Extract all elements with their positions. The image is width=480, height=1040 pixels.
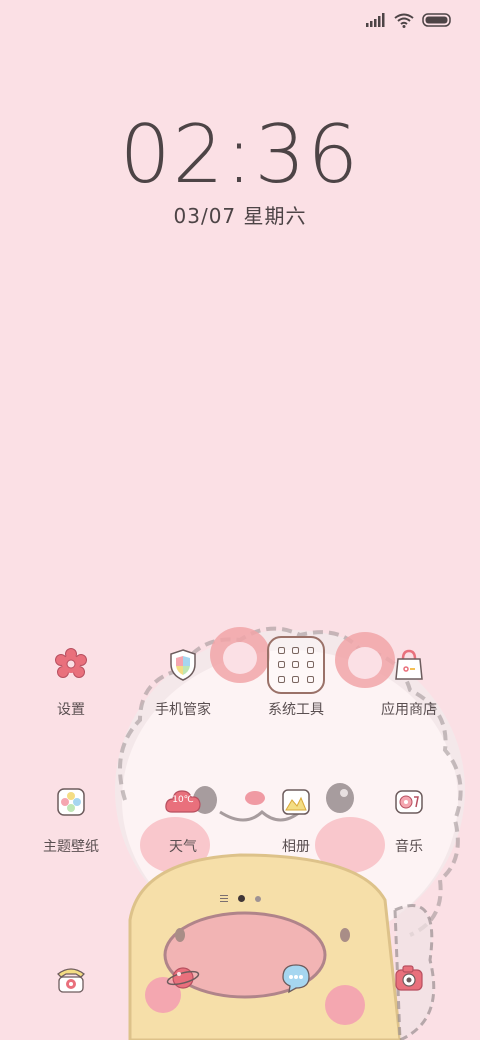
app-label: 设置 <box>57 702 85 718</box>
clock-time: 02:36 <box>119 108 361 201</box>
clock-date: 03/07 星期六 <box>173 204 307 228</box>
app-themes[interactable]: 主题壁纸 <box>15 782 127 856</box>
shield-icon <box>163 645 203 685</box>
app-list-icon[interactable] <box>219 895 228 902</box>
messages-icon <box>276 958 316 998</box>
dock-camera[interactable] <box>353 958 465 998</box>
gallery-icon <box>276 782 316 822</box>
app-settings[interactable]: 设置 <box>15 645 127 719</box>
signal-bars-icon <box>366 13 385 27</box>
app-label: 系统工具 <box>268 702 324 718</box>
theme-palette-icon <box>51 782 91 822</box>
dock-browser[interactable] <box>127 958 239 998</box>
app-store[interactable]: 应用商店 <box>353 645 465 719</box>
dock-messages[interactable] <box>240 958 352 998</box>
weather-temp: 10℃ <box>172 795 194 805</box>
app-label: 相册 <box>282 839 310 855</box>
app-label: 音乐 <box>395 839 423 855</box>
shopping-bag-icon <box>389 645 429 685</box>
battery-icon <box>422 13 451 27</box>
browser-planet-icon <box>163 958 203 998</box>
app-label: 应用商店 <box>381 702 437 718</box>
page-dot[interactable] <box>254 895 261 902</box>
page-indicator[interactable] <box>0 895 480 902</box>
app-system-tools[interactable]: 系统工具 <box>240 636 352 719</box>
app-label: 主题壁纸 <box>43 839 99 855</box>
dock-phone[interactable] <box>15 958 127 998</box>
app-weather[interactable]: 10℃ 天气 <box>127 782 239 856</box>
app-music[interactable]: 音乐 <box>353 782 465 856</box>
music-icon <box>389 782 429 822</box>
app-label: 手机管家 <box>155 702 211 718</box>
app-gallery[interactable]: 相册 <box>240 782 352 856</box>
weather-cloud-icon: 10℃ <box>163 782 203 822</box>
app-phone-manager[interactable]: 手机管家 <box>127 645 239 719</box>
app-label: 天气 <box>169 839 197 855</box>
camera-icon <box>389 958 429 998</box>
page-dot-active[interactable] <box>237 895 245 902</box>
settings-flower-icon <box>51 645 91 685</box>
phone-icon <box>51 958 91 998</box>
status-bar <box>366 10 452 30</box>
tools-folder-icon <box>267 636 325 694</box>
wifi-icon <box>394 13 414 28</box>
